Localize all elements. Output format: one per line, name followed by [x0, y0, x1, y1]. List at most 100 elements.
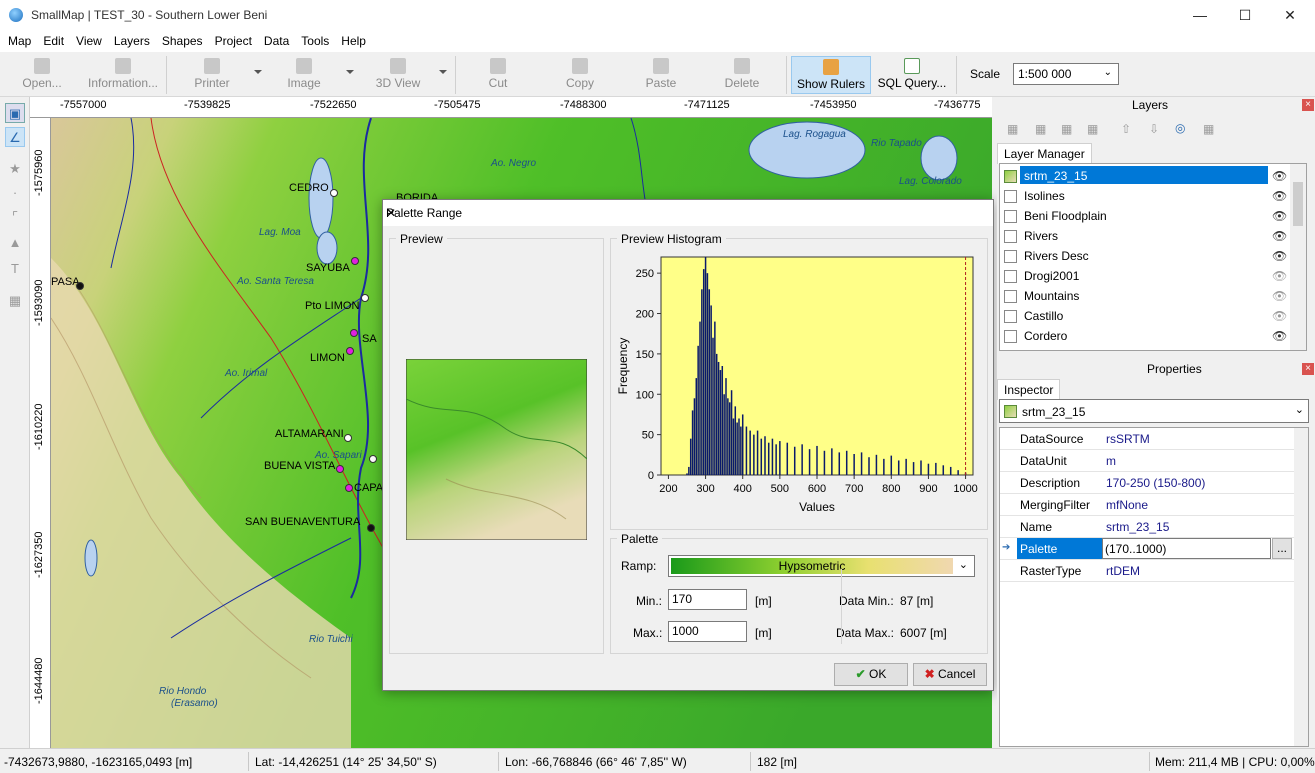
close-layers-icon[interactable]: × [1302, 99, 1314, 111]
close-window-button[interactable]: ✕ [1267, 0, 1313, 31]
town-marker[interactable] [346, 347, 354, 355]
move-up-icon[interactable]: ⇧ [1121, 122, 1131, 136]
eye-icon[interactable]: 👁 [1272, 249, 1287, 263]
property-row-selected[interactable]: ➔ Palette (170..1000) ... [1000, 538, 1296, 560]
layer-checkbox[interactable] [1004, 210, 1017, 223]
menu-map[interactable]: Map [0, 31, 35, 48]
menu-shapes[interactable]: Shapes [154, 31, 207, 48]
eye-icon[interactable]: 👁 [1272, 169, 1287, 183]
3d-view-dropdown-icon[interactable] [439, 70, 447, 74]
add-raster-icon[interactable]: ▦ [1061, 122, 1072, 136]
eye-icon[interactable]: 👁 [1272, 309, 1287, 323]
menu-help[interactable]: Help [333, 31, 370, 48]
town-marker[interactable] [76, 282, 84, 290]
printer-dropdown-icon[interactable] [254, 70, 262, 74]
show-rulers-button[interactable]: Show Rulers [791, 56, 871, 94]
add-layer-icon[interactable]: ▦ [1007, 122, 1018, 136]
layer-checkbox[interactable] [1004, 270, 1017, 283]
palette-ellipsis-button[interactable]: ... [1272, 538, 1292, 559]
scale-select[interactable]: 1:500 000 ⌄ [1013, 63, 1119, 85]
layer-checkbox[interactable] [1004, 330, 1017, 343]
town-marker[interactable] [330, 189, 338, 197]
3d-view-button[interactable]: 3D View [366, 56, 430, 94]
layer-row-castillo[interactable]: Castillo 👁 [1000, 306, 1290, 326]
inspector-object-select[interactable]: srtm_23_15 ⌄ [999, 399, 1309, 423]
town-marker[interactable] [369, 455, 377, 463]
cancel-button[interactable]: ✖ Cancel [913, 663, 987, 686]
text-tool-icon[interactable]: T [5, 259, 25, 279]
copy-button[interactable]: Copy [552, 56, 608, 94]
tab-layer-manager[interactable]: Layer Manager [997, 143, 1092, 164]
property-grid-scrollbar[interactable] [1294, 428, 1308, 746]
cut-button[interactable]: Cut [470, 56, 526, 94]
polygon-tool-icon[interactable]: ▲ [5, 233, 25, 253]
eye-icon[interactable]: 👁 [1272, 289, 1287, 303]
menu-tools[interactable]: Tools [293, 31, 333, 48]
town-marker[interactable] [350, 329, 358, 337]
delete-button[interactable]: Delete [714, 56, 770, 94]
layer-grid-icon[interactable]: ▦ [1203, 122, 1214, 136]
menu-layers[interactable]: Layers [106, 31, 154, 48]
maximize-button[interactable]: ☐ [1222, 0, 1268, 31]
layer-list-scrollbar[interactable] [1290, 164, 1306, 350]
zoom-to-layer-icon[interactable]: ◎ [1175, 121, 1185, 135]
town-marker[interactable] [344, 434, 352, 442]
ramp-select[interactable]: Hypsometric ⌄ [668, 555, 975, 577]
grid-tool-icon[interactable]: ▦ [5, 291, 25, 311]
menu-project[interactable]: Project [207, 31, 256, 48]
layer-checkbox[interactable] [1004, 190, 1017, 203]
palette-value-editor[interactable]: (170..1000) [1102, 538, 1271, 559]
property-row[interactable]: DataSource rsSRTM [1000, 428, 1296, 450]
tab-inspector[interactable]: Inspector [997, 379, 1061, 400]
scrollbar-thumb[interactable] [1293, 182, 1303, 226]
printer-button[interactable]: Printer [180, 56, 244, 94]
layer-row-isolines[interactable]: Isolines 👁 [1000, 186, 1290, 206]
property-row[interactable]: DataUnit m [1000, 450, 1296, 472]
menu-data[interactable]: Data [256, 31, 293, 48]
property-row[interactable]: Description 170-250 (150-800) [1000, 472, 1296, 494]
layer-checkbox[interactable] [1004, 290, 1017, 303]
remove-layer-icon[interactable]: ▦ [1087, 122, 1098, 136]
eye-icon[interactable]: 👁 [1272, 329, 1287, 343]
move-down-icon[interactable]: ⇩ [1149, 122, 1159, 136]
property-row[interactable]: Name srtm_23_15 [1000, 516, 1296, 538]
layer-row-mountains[interactable]: Mountains 👁 [1000, 286, 1290, 306]
image-button[interactable]: Image [272, 56, 336, 94]
eye-icon[interactable]: 👁 [1272, 229, 1287, 243]
add-vector-icon[interactable]: ▦ [1035, 122, 1046, 136]
polyline-tool-icon[interactable]: ⌜ [5, 207, 25, 227]
image-dropdown-icon[interactable] [346, 70, 354, 74]
open-button[interactable]: Open... [14, 56, 70, 94]
min-input[interactable]: 170 [668, 589, 747, 610]
point-tool-icon[interactable]: · [5, 183, 25, 203]
property-row[interactable]: RasterType rtDEM [1000, 560, 1296, 582]
minimize-button[interactable]: — [1177, 0, 1223, 31]
town-marker[interactable] [345, 484, 353, 492]
eye-icon[interactable]: 👁 [1272, 269, 1287, 283]
layer-row-drogi2001[interactable]: Drogi2001 👁 [1000, 266, 1290, 286]
measure-tool-icon[interactable]: ∠ [5, 127, 25, 147]
sql-query-button[interactable]: SQL Query... [874, 56, 950, 94]
star-tool-icon[interactable]: ★ [5, 159, 25, 179]
eye-icon[interactable]: 👁 [1272, 189, 1287, 203]
menu-edit[interactable]: Edit [35, 31, 68, 48]
paste-button[interactable]: Paste [633, 56, 689, 94]
layer-row-beni-floodplain[interactable]: Beni Floodplain 👁 [1000, 206, 1290, 226]
menu-view[interactable]: View [68, 31, 106, 48]
town-marker[interactable] [351, 257, 359, 265]
eye-icon[interactable]: 👁 [1272, 209, 1287, 223]
layer-row-cordero[interactable]: Cordero 👁 [1000, 326, 1290, 346]
layer-checkbox[interactable] [1004, 250, 1017, 263]
layer-row-rivers[interactable]: Rivers 👁 [1000, 226, 1290, 246]
property-row[interactable]: MergingFilter mfNone [1000, 494, 1296, 516]
select-tool-icon[interactable]: ▣ [5, 103, 25, 123]
ok-button[interactable]: ✔ OK [834, 663, 908, 686]
layer-row-rivers-desc[interactable]: Rivers Desc 👁 [1000, 246, 1290, 266]
close-properties-icon[interactable]: × [1302, 363, 1314, 375]
max-input[interactable]: 1000 [668, 621, 747, 642]
dialog-close-button[interactable]: ✕ [386, 206, 985, 220]
layer-checkbox[interactable] [1004, 230, 1017, 243]
layer-checkbox[interactable] [1004, 310, 1017, 323]
town-marker[interactable] [361, 294, 369, 302]
town-marker[interactable] [336, 465, 344, 473]
